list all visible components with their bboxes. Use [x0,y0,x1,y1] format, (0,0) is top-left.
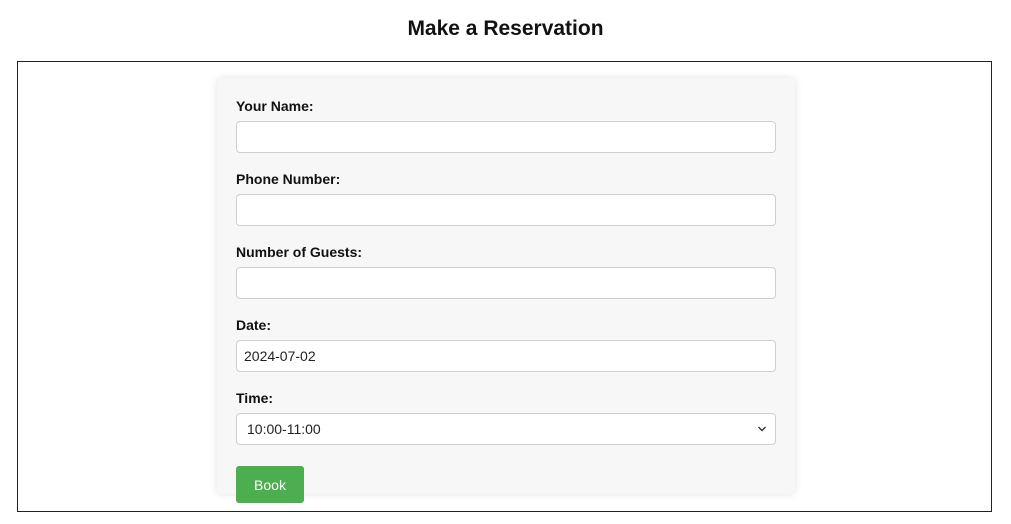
date-input[interactable] [236,340,776,372]
time-select-wrapper: 10:00-11:00 [236,413,776,445]
phone-input[interactable] [236,194,776,226]
time-label: Time: [236,390,274,406]
name-label: Your Name: [236,98,314,114]
guests-input[interactable] [236,267,776,299]
time-select[interactable]: 10:00-11:00 [236,413,776,445]
date-label: Date: [236,317,272,333]
guests-label: Number of Guests: [236,244,363,260]
name-input[interactable] [236,121,776,153]
reservation-form: Your Name: Phone Number: Number of Guest… [217,78,795,503]
book-button[interactable]: Book [236,466,304,503]
phone-label: Phone Number: [236,171,341,187]
chevron-down-icon [758,426,766,432]
page-title: Make a Reservation [407,17,604,40]
